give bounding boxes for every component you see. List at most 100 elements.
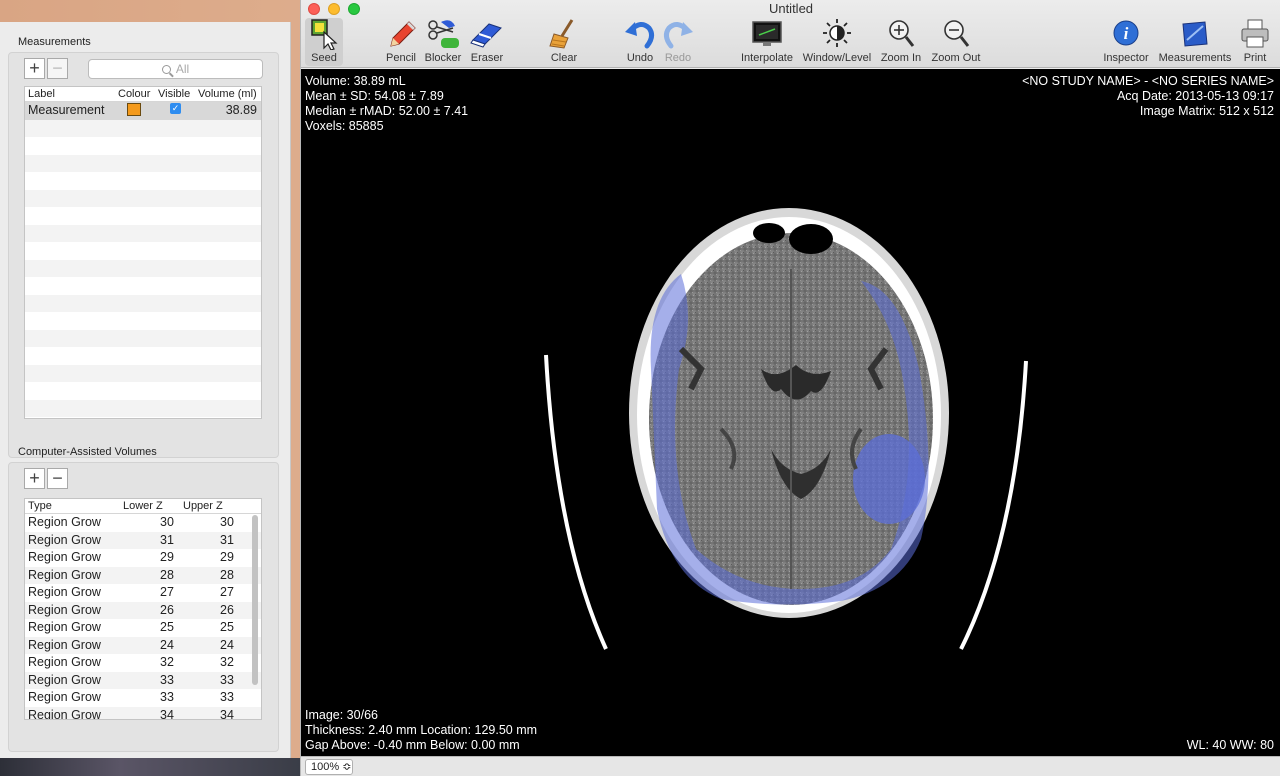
empty-row — [25, 172, 261, 190]
remove-volume-button[interactable]: − — [47, 468, 68, 489]
search-input[interactable]: All — [88, 59, 263, 79]
volume-type: Region Grow — [28, 707, 101, 720]
volume-row[interactable]: Region Grow 26 26 — [25, 601, 261, 619]
col-volume[interactable]: Volume (ml) — [198, 88, 257, 100]
col-type[interactable]: Type — [28, 500, 52, 512]
volume-row[interactable]: Region Grow 31 31 — [25, 531, 261, 549]
volume-row[interactable]: Region Grow 27 27 — [25, 584, 261, 602]
col-label[interactable]: Label — [28, 88, 55, 100]
ct-scan-image — [544, 208, 1028, 650]
pencil-tool[interactable]: Pencil — [383, 18, 419, 66]
zoom-out-icon — [927, 18, 985, 50]
add-measurement-button[interactable]: + — [24, 58, 45, 79]
empty-row — [25, 259, 261, 277]
volume-row[interactable]: Region Grow 33 33 — [25, 671, 261, 689]
volume-lower-z: 26 — [160, 602, 174, 617]
pencil-label: Pencil — [386, 52, 416, 64]
print-tool[interactable]: Print — [1237, 18, 1273, 66]
overlay-top-right: <NO STUDY NAME> - <NO SERIES NAME> Acq D… — [1022, 74, 1274, 119]
remove-measurement-button[interactable]: − — [47, 58, 68, 79]
empty-row — [25, 399, 261, 417]
cav-scrollbar[interactable] — [252, 515, 258, 685]
gap-readout: Gap Above: -0.40 mm Below: 0.00 mm — [305, 738, 520, 752]
add-volume-button[interactable]: + — [24, 468, 45, 489]
volume-type: Region Grow — [28, 620, 101, 634]
volume-lower-z: 34 — [160, 707, 174, 720]
volume-lower-z: 30 — [160, 515, 174, 529]
volume-upper-z: 24 — [220, 637, 234, 652]
zoom-select[interactable]: 100% ≎ — [305, 759, 353, 775]
measurements-tool[interactable]: Measurements — [1155, 18, 1235, 66]
volume-type: Region Grow — [28, 637, 101, 652]
median-rmad-readout: Median ± rMAD: 52.00 ± 7.41 — [305, 104, 469, 118]
volume-row[interactable]: Region Grow 30 30 — [25, 514, 261, 532]
search-placeholder: All — [175, 62, 190, 76]
blocker-tool[interactable]: Blocker — [423, 18, 463, 66]
window-title: Untitled — [768, 1, 814, 16]
col-colour[interactable]: Colour — [118, 88, 150, 100]
volume-row[interactable]: Region Grow 34 34 — [25, 706, 261, 720]
volume-row[interactable]: Region Grow 32 32 — [25, 654, 261, 672]
volume-type: Region Grow — [28, 515, 101, 529]
empty-row — [25, 294, 261, 312]
empty-row — [25, 329, 261, 347]
volume-row[interactable]: Region Grow 29 29 — [25, 549, 261, 567]
pencil-icon — [383, 18, 419, 50]
volume-upper-z: 33 — [220, 690, 234, 704]
volume-type: Region Grow — [28, 655, 101, 669]
measurement-row[interactable]: Measurement ✓ 38.89 — [25, 102, 261, 120]
empty-row — [25, 189, 261, 207]
visible-checkbox[interactable]: ✓ — [170, 103, 181, 114]
volume-upper-z: 31 — [220, 532, 234, 547]
volume-row[interactable]: Region Grow 25 25 — [25, 619, 261, 637]
inspector-tool[interactable]: i Inspector — [1099, 18, 1153, 66]
main-window: Untitled Seed Pencil Blocker Eraser Clea… — [300, 0, 1280, 776]
volume-upper-z: 27 — [220, 585, 234, 599]
colour-swatch[interactable] — [127, 103, 141, 116]
zoom-in-label: Zoom In — [880, 52, 922, 64]
col-visible[interactable]: Visible — [158, 88, 190, 100]
seed-label: Seed — [311, 52, 337, 64]
empty-row — [25, 364, 261, 382]
redo-tool[interactable]: Redo — [659, 18, 697, 66]
image-viewer[interactable]: Volume: 38.89 mL Mean ± SD: 54.08 ± 7.89… — [301, 69, 1280, 756]
search-icon — [161, 65, 171, 74]
seed-tool[interactable]: Seed — [305, 18, 343, 66]
brightness-icon — [799, 18, 875, 50]
volume-upper-z: 32 — [220, 655, 234, 669]
volume-row[interactable]: Region Grow 24 24 — [25, 636, 261, 654]
undo-tool[interactable]: Undo — [621, 18, 659, 66]
volume-upper-z: 34 — [220, 707, 234, 720]
volume-type: Region Grow — [28, 602, 101, 617]
volume-row[interactable]: Region Grow 28 28 — [25, 566, 261, 584]
info-icon: i — [1099, 18, 1153, 50]
clear-label: Clear — [550, 52, 578, 64]
clear-tool[interactable]: Clear — [544, 18, 584, 66]
empty-row — [25, 137, 261, 155]
interpolate-icon — [737, 18, 797, 50]
titlebar: Untitled Seed Pencil Blocker Eraser Clea… — [301, 0, 1280, 68]
status-bar: 100% ≎ — [301, 756, 1280, 776]
zoom-out-tool[interactable]: Zoom Out — [927, 18, 985, 66]
volume-upper-z: 25 — [220, 620, 234, 634]
empty-row — [25, 154, 261, 172]
inspector-label: Inspector — [1103, 52, 1149, 64]
volume-upper-z: 33 — [220, 672, 234, 687]
volume-lower-z: 29 — [160, 550, 174, 564]
volume-lower-z: 31 — [160, 532, 174, 547]
window-level-tool[interactable]: Window/Level — [799, 18, 875, 66]
measurements-icon — [1155, 18, 1235, 50]
volume-upper-z: 28 — [220, 567, 234, 582]
zoom-in-tool[interactable]: Zoom In — [877, 18, 925, 66]
empty-row — [25, 119, 261, 137]
eraser-tool[interactable]: Eraser — [467, 18, 507, 66]
empty-row — [25, 347, 261, 365]
volume-upper-z: 26 — [220, 602, 234, 617]
measurements-table-header: Label Colour Visible Volume (ml) — [25, 87, 261, 102]
empty-row — [25, 224, 261, 242]
volume-row[interactable]: Region Grow 33 33 — [25, 689, 261, 707]
study-series-name: <NO STUDY NAME> - <NO SERIES NAME> — [1022, 74, 1274, 88]
interpolate-tool[interactable]: Interpolate — [737, 18, 797, 66]
col-upper-z[interactable]: Upper Z — [183, 500, 223, 512]
col-lower-z[interactable]: Lower Z — [123, 500, 163, 512]
